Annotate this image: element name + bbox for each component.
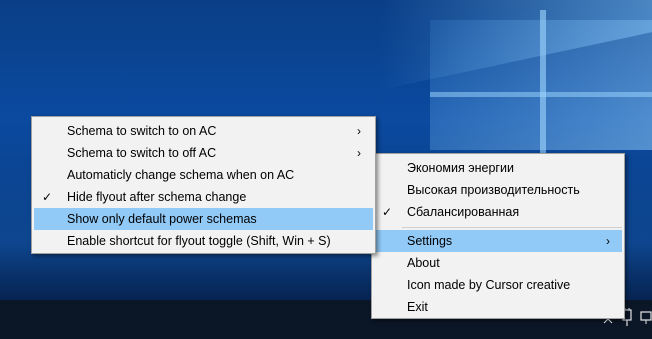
network-icon[interactable] — [640, 310, 652, 329]
schema-item-balanced[interactable]: ✓ Сбалансированная — [374, 201, 622, 223]
chevron-right-icon: › — [357, 146, 361, 160]
exit-label: Exit — [407, 300, 428, 314]
schema-off-ac-menu-item[interactable]: Schema to switch to off AC › — [34, 142, 373, 164]
check-icon: ✓ — [41, 190, 53, 204]
hide-flyout-menu-item[interactable]: ✓ Hide flyout after schema change — [34, 186, 373, 208]
chevron-right-icon: › — [606, 234, 610, 248]
auto-change-schema-menu-item[interactable]: Automaticly change schema when on AC — [34, 164, 373, 186]
enable-shortcut-menu-item[interactable]: Enable shortcut for flyout toggle (Shift… — [34, 230, 373, 252]
exit-menu-item[interactable]: Exit — [374, 296, 622, 318]
check-icon: ✓ — [381, 205, 393, 219]
menu-separator — [402, 227, 622, 228]
light-beam-pane-v — [540, 10, 546, 170]
schema-item-power-saver[interactable]: Экономия энергии — [374, 157, 622, 179]
schema-label: Экономия энергии — [407, 161, 514, 175]
schema-label: Высокая производительность — [407, 183, 580, 197]
menu-item-label: Automaticly change schema when on AC — [67, 168, 295, 182]
light-beam-window — [430, 20, 652, 150]
show-default-schemas-menu-item[interactable]: Show only default power schemas — [34, 208, 373, 230]
menu-item-label: Hide flyout after schema change — [67, 190, 247, 204]
schema-on-ac-menu-item[interactable]: Schema to switch to on AC › — [34, 120, 373, 142]
settings-label: Settings — [407, 234, 453, 248]
about-label: About — [407, 256, 440, 270]
menu-item-label: Schema to switch to off AC — [67, 146, 217, 160]
schema-label: Сбалансированная — [407, 205, 520, 219]
tray-context-menu: Экономия энергии Высокая производительно… — [371, 153, 625, 319]
credit-label: Icon made by Cursor creative — [407, 278, 571, 292]
about-menu-item[interactable]: About — [374, 252, 622, 274]
light-beam-pane-h — [430, 92, 652, 97]
settings-menu-item[interactable]: Settings › — [374, 230, 622, 252]
menu-item-label: Show only default power schemas — [67, 212, 257, 226]
menu-item-label: Schema to switch to on AC — [67, 124, 217, 138]
light-beam-top — [380, 0, 652, 90]
settings-submenu: Schema to switch to on AC › Schema to sw… — [31, 116, 376, 254]
schema-item-high-performance[interactable]: Высокая производительность — [374, 179, 622, 201]
icon-credit-menu-item[interactable]: Icon made by Cursor creative — [374, 274, 622, 296]
menu-item-label: Enable shortcut for flyout toggle (Shift… — [67, 234, 331, 248]
chevron-right-icon: › — [357, 124, 361, 138]
